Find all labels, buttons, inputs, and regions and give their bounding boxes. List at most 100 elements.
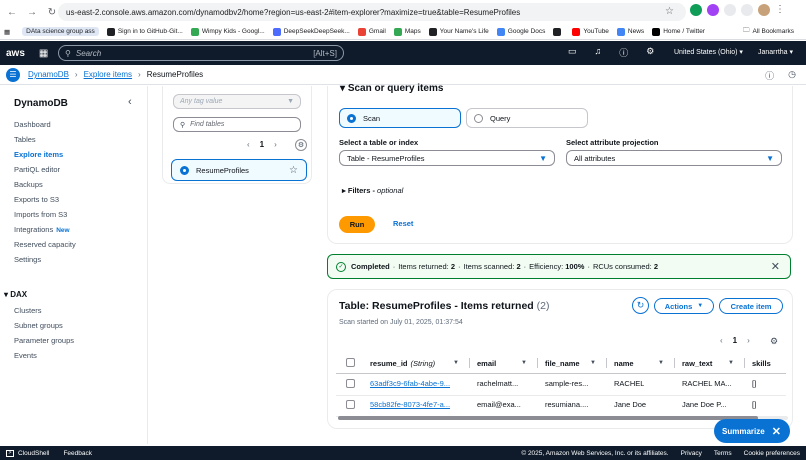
sort-caret-icon[interactable]: ▼ — [521, 357, 527, 369]
bookmark-item[interactable]: Home / Twitter — [652, 27, 705, 36]
sort-caret-icon[interactable]: ▼ — [728, 357, 734, 369]
sidebar-item-backups[interactable]: Backups — [14, 180, 43, 189]
preferences-gear-icon[interactable]: ⚙ — [295, 139, 307, 151]
cloudshell-link[interactable]: > CloudShell — [6, 449, 49, 457]
region-selector[interactable]: United States (Ohio) ▾ — [674, 48, 743, 56]
extension-icon[interactable] — [707, 4, 719, 16]
next-page-icon[interactable]: › — [747, 336, 750, 345]
cookie-preferences-link[interactable]: Cookie preferences — [744, 450, 800, 457]
sidebar-item-exports-to-s3[interactable]: Exports to S3 — [14, 195, 59, 204]
column-divider[interactable] — [674, 358, 675, 368]
feedback-link[interactable]: Feedback — [63, 450, 92, 457]
select-all-checkbox[interactable] — [346, 358, 355, 367]
menu-dots-icon[interactable]: ⋮ — [775, 4, 785, 16]
settings-gear-icon[interactable]: ⚙ — [646, 46, 654, 59]
sidebar-item-subnet-groups[interactable]: Subnet groups — [14, 321, 63, 330]
bookmark-item[interactable]: DeepSeekDeepSeek... — [272, 27, 350, 36]
table-settings-gear-icon[interactable]: ⚙ — [770, 336, 778, 347]
query-option[interactable]: Query — [466, 108, 588, 128]
page-number[interactable]: 1 — [733, 336, 737, 345]
back-icon[interactable]: ← — [4, 7, 20, 18]
notifications-bell-icon[interactable]: ♫ — [595, 46, 602, 59]
bookmark-item[interactable]: Your Name's Life — [428, 27, 489, 36]
sidebar-item-partiql-editor[interactable]: PartiQL editor — [14, 165, 60, 174]
summarize-button[interactable]: Summarize ✕ — [714, 419, 790, 443]
row-checkbox[interactable] — [346, 400, 355, 409]
column-divider[interactable] — [469, 358, 470, 368]
bookmark-item[interactable]: DAta science group ass — [22, 27, 99, 36]
breadcrumb-dynamodb[interactable]: DynamoDB — [28, 70, 69, 79]
column-header-resume-id[interactable]: resume_id (String) — [370, 357, 435, 369]
sidebar-item-settings[interactable]: Settings — [14, 255, 41, 264]
sidebar-item-clusters[interactable]: Clusters — [14, 306, 42, 315]
sidebar-item-integrations[interactable]: Integrations New — [14, 225, 70, 234]
run-button[interactable]: Run — [339, 216, 375, 233]
menu-toggle-icon[interactable]: ☰ — [6, 67, 20, 82]
sidebar-item-dashboard[interactable]: Dashboard — [14, 120, 51, 129]
page-number[interactable]: 1 — [260, 140, 264, 149]
bookmark-item[interactable]: Sign in to GitHub·Git... — [106, 27, 183, 36]
column-header-email[interactable]: email — [477, 357, 496, 369]
sidebar-item-imports-from-s3[interactable]: Imports from S3 — [14, 210, 67, 219]
reset-button[interactable]: Reset — [393, 219, 413, 228]
scan-option[interactable]: Scan — [339, 108, 461, 128]
all-bookmarks[interactable]: 🗀 All Bookmarks — [742, 26, 794, 37]
info-icon[interactable]: ⓘ — [765, 69, 774, 82]
profile-avatar-icon[interactable] — [758, 4, 770, 16]
sidebar-item-events[interactable]: Events — [14, 351, 37, 360]
column-header-file-name[interactable]: file_name — [545, 357, 580, 369]
close-icon[interactable]: ✕ — [771, 260, 780, 273]
table-row[interactable]: 58cb82fe-8073-4fe7-a... email@exa... resum… — [328, 399, 792, 413]
radio-selected-icon[interactable] — [180, 165, 189, 175]
scrollbar-thumb[interactable] — [338, 416, 758, 420]
projection-select[interactable]: All attributes ▼ — [566, 150, 782, 166]
privacy-link[interactable]: Privacy — [681, 450, 702, 457]
services-grid-icon[interactable]: ▦ — [39, 48, 48, 59]
extension-icon[interactable] — [690, 4, 702, 16]
bookmark-star-icon[interactable]: ☆ — [665, 6, 674, 17]
clock-icon[interactable]: ◷ — [788, 69, 796, 82]
bookmark-item[interactable]: Google Docs — [496, 27, 545, 36]
bookmark-item[interactable]: Wimpy Kids - Googl... — [190, 27, 265, 36]
column-divider[interactable] — [606, 358, 607, 368]
next-page-icon[interactable]: › — [274, 140, 277, 149]
sort-caret-icon[interactable]: ▼ — [453, 357, 459, 369]
column-header-skills[interactable]: skills — [752, 357, 771, 369]
tag-value-select[interactable]: Any tag value ▼ — [173, 94, 301, 109]
extension-icon[interactable] — [741, 4, 753, 16]
sidebar-item-reserved-capacity[interactable]: Reserved capacity — [14, 240, 76, 249]
scan-panel-title[interactable]: ▾ Scan or query items — [340, 83, 443, 94]
apps-grid-icon[interactable]: ▦ — [4, 28, 10, 36]
table-index-select[interactable]: Table - ResumeProfiles ▼ — [339, 150, 555, 166]
prev-page-icon[interactable]: ‹ — [720, 336, 723, 345]
sort-caret-icon[interactable]: ▼ — [658, 357, 664, 369]
sidebar-item-parameter-groups[interactable]: Parameter groups — [14, 336, 74, 345]
column-divider[interactable] — [744, 358, 745, 368]
create-item-button[interactable]: Create item — [719, 298, 783, 314]
column-header-name[interactable]: name — [614, 357, 634, 369]
table-card-resumeprofiles[interactable]: ResumeProfiles ☆ — [171, 159, 307, 181]
bookmark-item[interactable]: Gmail — [357, 27, 386, 36]
dax-section-toggle[interactable]: ▾ DAX — [4, 290, 27, 299]
sidebar-item-tables[interactable]: Tables — [14, 135, 36, 144]
resume-id-link[interactable]: 63adf3c9-6fab-4abe-9... — [370, 379, 450, 388]
sort-caret-icon[interactable]: ▼ — [590, 357, 596, 369]
forward-icon[interactable]: → — [24, 7, 40, 18]
favorite-star-icon[interactable]: ☆ — [289, 165, 298, 176]
aws-logo[interactable]: aws — [6, 48, 25, 59]
bookmark-item[interactable]: Maps — [393, 27, 421, 36]
bookmark-item[interactable] — [553, 27, 564, 36]
column-divider[interactable] — [537, 358, 538, 368]
table-row[interactable]: 63adf3c9-6fab-4abe-9... rachelmatt... samp… — [328, 378, 792, 392]
sidebar-item-explore-items[interactable]: Explore items — [14, 150, 63, 159]
row-checkbox[interactable] — [346, 379, 355, 388]
column-header-raw-text[interactable]: raw_text — [682, 357, 712, 369]
close-icon[interactable]: ✕ — [772, 425, 781, 438]
account-menu[interactable]: Janarrtha ▾ — [758, 48, 793, 56]
address-bar[interactable]: us-east-2.console.aws.amazon.com/dynamod… — [58, 3, 686, 21]
terms-link[interactable]: Terms — [714, 450, 732, 457]
find-tables-input[interactable]: ⚲ Find tables — [173, 117, 301, 132]
filters-toggle[interactable]: ▸ Filters - optional — [342, 186, 403, 195]
cloudshell-icon[interactable]: ▭ — [568, 46, 577, 59]
bookmark-item[interactable]: News — [616, 27, 644, 36]
